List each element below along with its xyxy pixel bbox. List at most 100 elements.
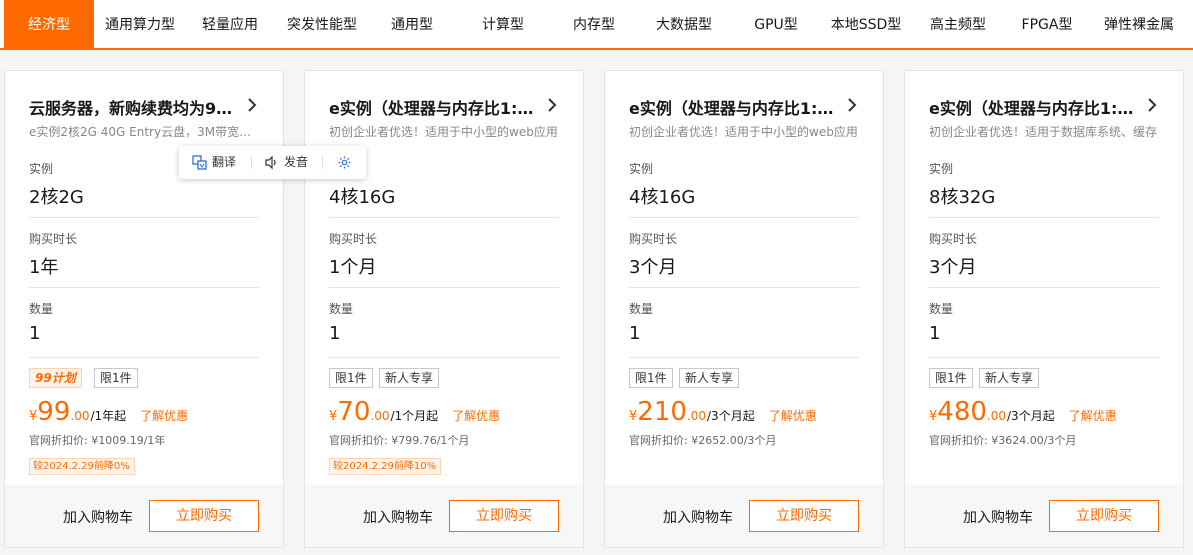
price-amount: 99 bbox=[37, 397, 71, 427]
add-to-cart-button[interactable]: 加入购物车 bbox=[363, 507, 433, 527]
tab-local-ssd[interactable]: 本地SSD型 bbox=[826, 0, 906, 48]
add-to-cart-button[interactable]: 加入购物车 bbox=[663, 507, 733, 527]
add-to-cart-button[interactable]: 加入购物车 bbox=[963, 507, 1033, 527]
quantity-value[interactable]: 1 bbox=[929, 323, 940, 344]
tab-big-data[interactable]: 大数据型 bbox=[648, 0, 720, 48]
price-amount: 480 bbox=[937, 397, 987, 427]
price-unit: /3个月起 bbox=[707, 409, 755, 423]
card-title[interactable]: e实例（处理器与内存比1:4） bbox=[329, 95, 534, 119]
buy-now-button[interactable]: 立即购买 bbox=[449, 500, 559, 532]
add-to-cart-button[interactable]: 加入购物车 bbox=[63, 507, 133, 527]
product-card-3: e实例（处理器与内存比1:4） 初创企业者优选！适用于中小型的web应用 实例 … bbox=[604, 70, 884, 548]
tab-memory[interactable]: 内存型 bbox=[566, 0, 622, 48]
price-unit: /1年起 bbox=[90, 409, 127, 423]
card-title[interactable]: 云服务器，新购续费均为99元/年 bbox=[29, 95, 234, 119]
tab-high-frequency[interactable]: 高主频型 bbox=[922, 0, 994, 48]
quantity-value[interactable]: 1 bbox=[29, 323, 40, 344]
tab-economy[interactable]: 经济型 bbox=[4, 0, 94, 48]
duration-value[interactable]: 1年 bbox=[29, 253, 58, 279]
product-card-4: e实例（处理器与内存比1:4） 初创企业者优选！适用于数据库系统、缓存 实例 8… bbox=[904, 70, 1184, 548]
original-price: 官网折扣价: ¥2652.00/3个月 bbox=[629, 434, 777, 447]
duration-label: 购买时长 bbox=[929, 232, 978, 246]
quantity-value[interactable]: 1 bbox=[329, 323, 340, 344]
tab-lightweight[interactable]: 轻量应用 bbox=[196, 0, 264, 48]
tab-general[interactable]: 通用型 bbox=[384, 0, 440, 48]
chevron-right-icon[interactable] bbox=[845, 96, 859, 114]
learn-promo-link[interactable]: 了解优惠 bbox=[140, 409, 188, 423]
price: ¥99.00/1年起 了解优惠 bbox=[29, 397, 188, 427]
quantity-value[interactable]: 1 bbox=[629, 323, 640, 344]
price-drop-badge: 较2024.2.29前降0% bbox=[29, 458, 135, 475]
instance-value[interactable]: 2核2G bbox=[29, 183, 84, 209]
translate-icon[interactable] bbox=[192, 155, 207, 170]
instance-label: 实例 bbox=[29, 162, 54, 176]
buy-now-button[interactable]: 立即购买 bbox=[749, 500, 859, 532]
tab-compute[interactable]: 计算型 bbox=[475, 0, 531, 48]
tab-bare-metal[interactable]: 弹性裸金属 bbox=[1098, 0, 1180, 48]
settings-gear-icon[interactable] bbox=[337, 155, 352, 170]
original-price: 官网折扣价: ¥3624.00/3个月 bbox=[929, 434, 1077, 447]
price-unit: /3个月起 bbox=[1007, 409, 1055, 423]
instance-label: 实例 bbox=[629, 162, 654, 176]
price-amount: 210 bbox=[637, 397, 687, 427]
duration-value[interactable]: 3个月 bbox=[629, 253, 676, 279]
learn-promo-link[interactable]: 了解优惠 bbox=[1069, 409, 1117, 423]
original-price: 官网折扣价: ¥1009.19/1年 bbox=[29, 434, 166, 447]
card-footer: 加入购物车 立即购买 bbox=[5, 485, 283, 547]
tag-badge: 新人专享 bbox=[379, 368, 440, 388]
duration-label: 购买时长 bbox=[629, 232, 678, 246]
chevron-right-icon[interactable] bbox=[245, 96, 259, 114]
learn-promo-link[interactable]: 了解优惠 bbox=[452, 409, 500, 423]
instance-value[interactable]: 8核32G bbox=[929, 183, 995, 209]
duration-label: 购买时长 bbox=[329, 232, 378, 246]
pronounce-button[interactable]: 发音 bbox=[284, 146, 308, 179]
buy-now-button[interactable]: 立即购买 bbox=[149, 500, 259, 532]
price-unit: /1个月起 bbox=[390, 409, 439, 423]
tab-gpu[interactable]: GPU型 bbox=[746, 0, 806, 48]
price-decimal: .00 bbox=[70, 409, 90, 423]
tab-fpga[interactable]: FPGA型 bbox=[1014, 0, 1080, 48]
divider bbox=[329, 357, 559, 358]
tag-badge: 限1件 bbox=[329, 368, 373, 388]
translate-button[interactable]: 翻译 bbox=[212, 146, 236, 179]
instance-label: 实例 bbox=[929, 162, 954, 176]
divider bbox=[29, 217, 259, 218]
product-card-1: 云服务器，新购续费均为99元/年 e实例2核2G 40G Entry云盘，3M带… bbox=[4, 70, 284, 548]
quantity-label: 数量 bbox=[929, 302, 954, 316]
price: ¥210.00/3个月起 了解优惠 bbox=[629, 397, 817, 427]
divider bbox=[929, 287, 1159, 288]
card-description: 初创企业者优选！适用于数据库系统、缓存 bbox=[929, 125, 1158, 139]
tab-general-compute[interactable]: 通用算力型 bbox=[98, 0, 182, 48]
tag-badge: 新人专享 bbox=[979, 368, 1040, 388]
duration-value[interactable]: 1个月 bbox=[329, 253, 376, 279]
quantity-label: 数量 bbox=[629, 302, 654, 316]
card-footer: 加入购物车 立即购买 bbox=[305, 485, 583, 547]
speaker-icon[interactable] bbox=[264, 155, 279, 170]
price-decimal: .00 bbox=[370, 409, 390, 423]
instance-value[interactable]: 4核16G bbox=[629, 183, 695, 209]
separator bbox=[251, 156, 252, 169]
tab-burstable[interactable]: 突发性能型 bbox=[280, 0, 364, 48]
divider bbox=[929, 217, 1159, 218]
divider bbox=[329, 217, 559, 218]
divider bbox=[629, 357, 859, 358]
chevron-right-icon[interactable] bbox=[1145, 96, 1159, 114]
learn-promo-link[interactable]: 了解优惠 bbox=[769, 409, 817, 423]
card-description: e实例2核2G 40G Entry云盘，3M带宽，不限流量 bbox=[29, 125, 259, 139]
divider bbox=[629, 287, 859, 288]
price-drop-badge: 较2024.2.29前降10% bbox=[329, 458, 442, 475]
divider bbox=[29, 357, 259, 358]
duration-value[interactable]: 3个月 bbox=[929, 253, 976, 279]
instance-value[interactable]: 4核16G bbox=[329, 183, 395, 209]
buy-now-button[interactable]: 立即购买 bbox=[1049, 500, 1159, 532]
card-title[interactable]: e实例（处理器与内存比1:4） bbox=[629, 95, 834, 119]
tag-badge: 限1件 bbox=[929, 368, 973, 388]
divider bbox=[29, 287, 259, 288]
original-price: 官网折扣价: ¥799.76/1个月 bbox=[329, 434, 470, 447]
chevron-right-icon[interactable] bbox=[545, 96, 559, 114]
quantity-label: 数量 bbox=[329, 302, 354, 316]
card-description: 初创企业者优选！适用于中小型的web应用 bbox=[629, 125, 858, 139]
card-title[interactable]: e实例（处理器与内存比1:4） bbox=[929, 95, 1134, 119]
translation-toolbar: 翻译 发音 bbox=[179, 146, 366, 179]
duration-label: 购买时长 bbox=[29, 232, 78, 246]
